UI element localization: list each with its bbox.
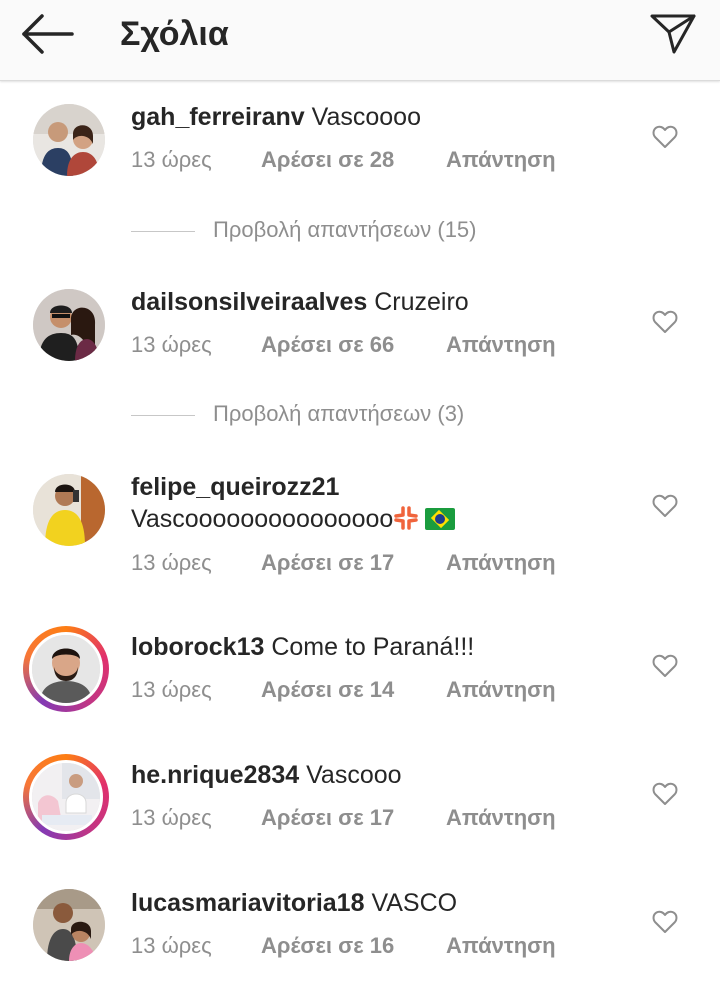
comment-likes[interactable]: Αρέσει σε 17 (261, 804, 446, 832)
brazil-flag-icon (425, 508, 456, 530)
comment-text: dailsonsilveiraalves Cruzeiro (131, 286, 651, 318)
avatar[interactable] (33, 289, 105, 361)
comment-body: Vascooooooooooooooo (131, 505, 394, 533)
heart-icon (652, 910, 678, 933)
heart-icon (652, 494, 678, 517)
reply-button[interactable]: Απάντηση (446, 549, 556, 577)
comment-meta: 13 ώρες Αρέσει σε 14 Απάντηση (131, 676, 556, 704)
view-replies-label: Προβολή απαντήσεων (3) (213, 401, 465, 426)
comment-likes[interactable]: Αρέσει σε 14 (261, 676, 446, 704)
comment-username[interactable]: he.nrique2834 (131, 761, 299, 789)
like-button[interactable] (652, 782, 678, 806)
comment-meta: 13 ώρες Αρέσει σε 16 Απάντηση (131, 932, 556, 960)
comment-username[interactable]: dailsonsilveiraalves (131, 288, 367, 316)
comment-body: Cruzeiro (374, 288, 469, 316)
header-bar: Σχόλια (0, 0, 720, 81)
comment-text: loborock13 Come to Paraná!!! (131, 631, 651, 663)
comment-likes[interactable]: Αρέσει σε 28 (261, 146, 446, 174)
avatar[interactable] (33, 889, 105, 961)
comment-text: lucasmariavitoria18 VASCO (131, 887, 651, 919)
comment-body: Vascooo (306, 761, 402, 789)
comment-time: 13 ώρες (131, 805, 212, 830)
view-replies-button[interactable]: Προβολή απαντήσεων (15) (131, 216, 476, 244)
heart-icon (652, 310, 678, 333)
arrow-left-icon (22, 14, 74, 54)
comment-time: 13 ώρες (131, 332, 212, 357)
avatar-with-story-ring[interactable] (23, 626, 109, 712)
reply-button[interactable]: Απάντηση (446, 676, 556, 704)
comment-likes[interactable]: Αρέσει σε 17 (261, 549, 446, 577)
comment-meta: 13 ώρες Αρέσει σε 17 Απάντηση (131, 549, 556, 577)
comment-username[interactable]: lucasmariavitoria18 (131, 889, 364, 917)
like-button[interactable] (652, 910, 678, 934)
heart-icon (652, 782, 678, 805)
comment-text: he.nrique2834 Vascooo (131, 759, 651, 791)
comment-time: 13 ώρες (131, 550, 212, 575)
like-button[interactable] (652, 494, 678, 518)
heart-icon (652, 125, 678, 148)
paper-plane-icon (650, 14, 696, 54)
reply-button[interactable]: Απάντηση (446, 146, 556, 174)
like-button[interactable] (652, 654, 678, 678)
comment-body: Come to Paraná!!! (271, 633, 475, 661)
heart-icon (652, 654, 678, 677)
comment-time: 13 ώρες (131, 933, 212, 958)
divider (131, 230, 195, 232)
comment-username[interactable]: gah_ferreiranv (131, 103, 305, 131)
share-button[interactable] (648, 10, 698, 56)
comment-likes[interactable]: Αρέσει σε 16 (261, 932, 446, 960)
avatar[interactable] (33, 474, 105, 546)
comment-meta: 13 ώρες Αρέσει σε 28 Απάντηση (131, 146, 556, 174)
comment-username[interactable]: loborock13 (131, 633, 264, 661)
avatar[interactable] (33, 104, 105, 176)
comment-likes[interactable]: Αρέσει σε 66 (261, 331, 446, 359)
like-button[interactable] (652, 125, 678, 149)
comment-time: 13 ώρες (131, 147, 212, 172)
view-replies-button[interactable]: Προβολή απαντήσεων (3) (131, 400, 464, 428)
reply-button[interactable]: Απάντηση (446, 331, 556, 359)
reply-button[interactable]: Απάντηση (446, 804, 556, 832)
comment-body: VASCO (371, 889, 458, 917)
comment-text: gah_ferreiranv Vascoooo (131, 101, 651, 133)
divider (131, 414, 195, 416)
reply-button[interactable]: Απάντηση (446, 932, 556, 960)
like-button[interactable] (652, 310, 678, 334)
comment-meta: 13 ώρες Αρέσει σε 66 Απάντηση (131, 331, 556, 359)
page-title: Σχόλια (120, 15, 229, 53)
anger-emoji-icon (394, 506, 419, 530)
comment-body: Vascoooo (311, 103, 421, 131)
comment-username[interactable]: felipe_queirozz21 (131, 473, 339, 501)
comment-time: 13 ώρες (131, 677, 212, 702)
comment-meta: 13 ώρες Αρέσει σε 17 Απάντηση (131, 804, 556, 832)
view-replies-label: Προβολή απαντήσεων (15) (213, 217, 477, 242)
avatar-with-story-ring[interactable] (23, 754, 109, 840)
back-button[interactable] (18, 12, 78, 56)
comment-text: felipe_queirozz21 Vascooooooooooooooo (131, 471, 651, 535)
